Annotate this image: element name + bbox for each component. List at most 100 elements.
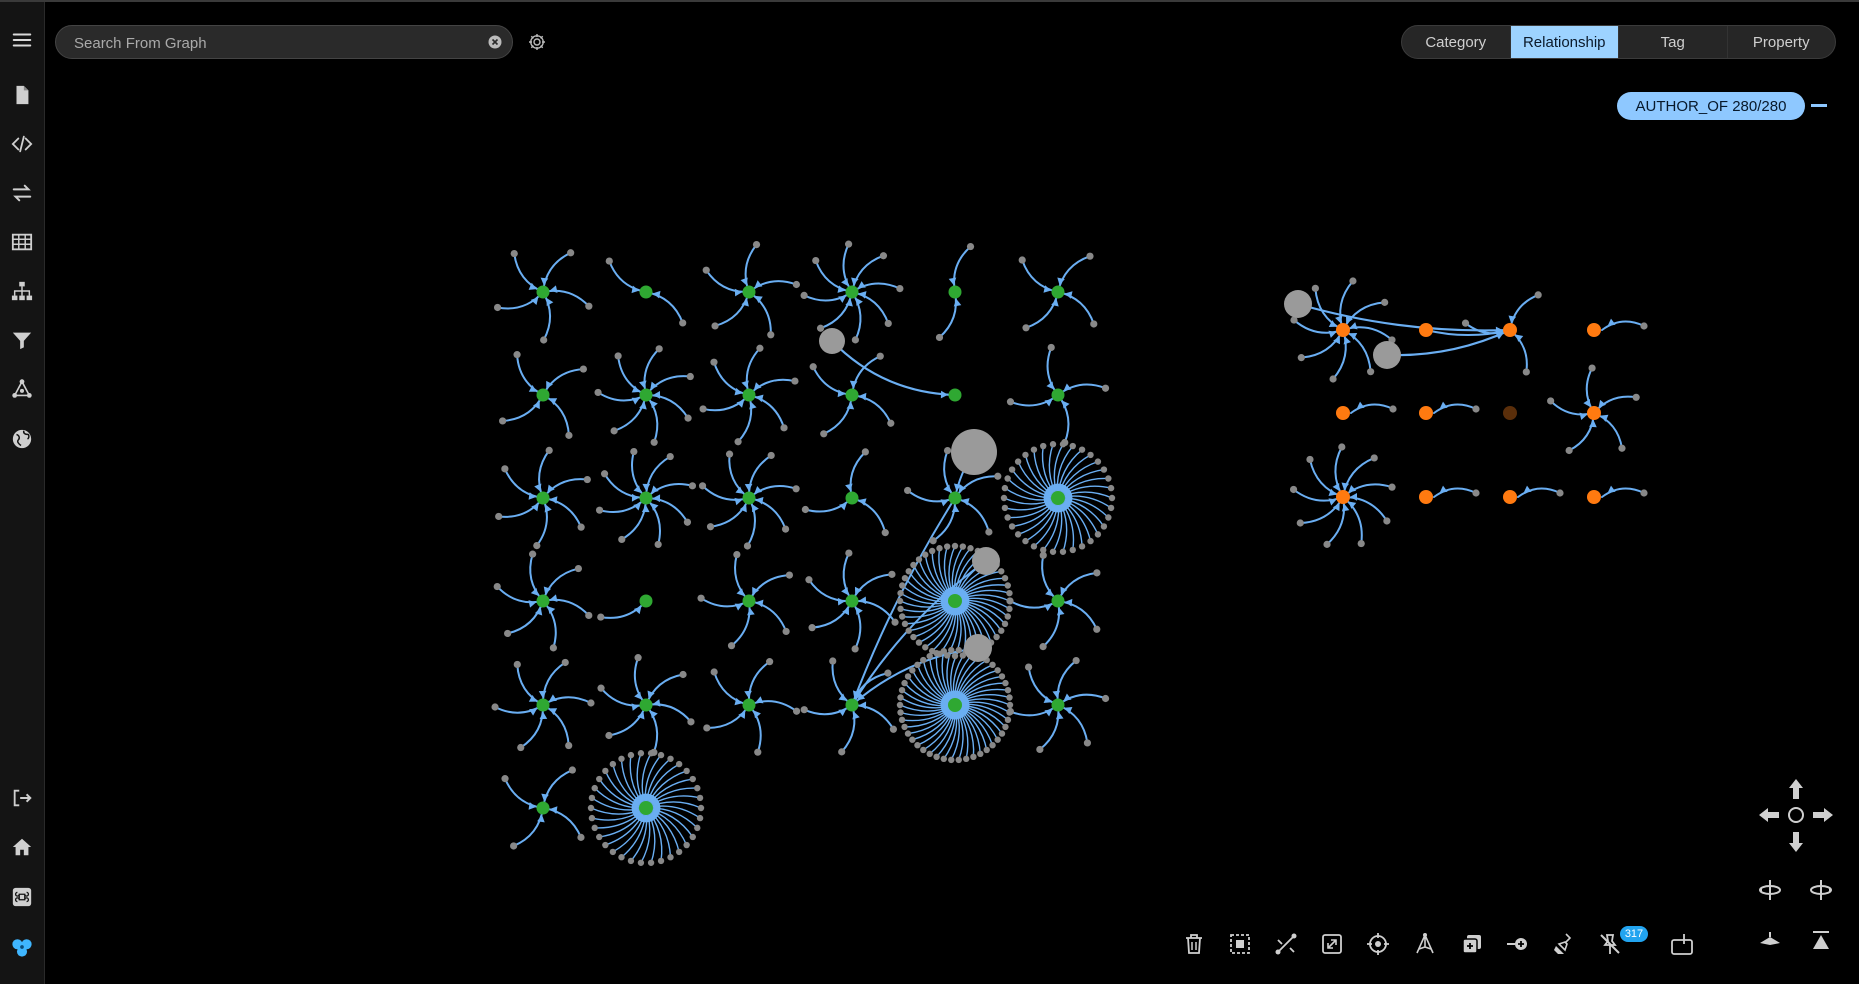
- leaf-node[interactable]: [1389, 405, 1397, 413]
- leaf-node[interactable]: [1006, 605, 1013, 613]
- nodes-app-icon[interactable]: [6, 931, 38, 963]
- leaf-node[interactable]: [1472, 405, 1480, 413]
- leaf-node[interactable]: [1039, 643, 1047, 651]
- leaf-node[interactable]: [596, 775, 603, 783]
- leaf-node[interactable]: [781, 525, 790, 533]
- hub-node[interactable]: [536, 491, 550, 505]
- leaf-node[interactable]: [1036, 745, 1044, 754]
- leaf-node[interactable]: [898, 686, 906, 694]
- leaf-node[interactable]: [596, 833, 603, 841]
- leaf-node[interactable]: [1632, 393, 1640, 401]
- leaf-node[interactable]: [577, 833, 585, 841]
- leaf-node[interactable]: [585, 611, 593, 620]
- leaf-node[interactable]: [933, 649, 940, 657]
- leaf-node[interactable]: [998, 627, 1005, 634]
- leaf-node[interactable]: [812, 256, 820, 265]
- hub-node[interactable]: [1051, 388, 1065, 402]
- rotate-left-icon[interactable]: [1757, 877, 1783, 903]
- hierarchy-icon[interactable]: [6, 275, 38, 307]
- leaf-node[interactable]: [495, 512, 503, 521]
- leaf-node[interactable]: [766, 658, 774, 666]
- hub-node[interactable]: [742, 388, 756, 402]
- leaf-node[interactable]: [610, 427, 618, 435]
- leaf-node[interactable]: [1323, 540, 1331, 548]
- leaf-node[interactable]: [501, 775, 509, 783]
- leaf-node[interactable]: [884, 669, 892, 677]
- leaf-node[interactable]: [800, 706, 808, 714]
- leaf-node[interactable]: [998, 568, 1005, 575]
- leaf-node[interactable]: [1004, 475, 1011, 482]
- leaf-node[interactable]: [985, 528, 993, 536]
- leaf-node[interactable]: [696, 794, 704, 802]
- leaf-node[interactable]: [725, 450, 734, 458]
- leaf-node[interactable]: [897, 694, 904, 701]
- leaf-node[interactable]: [845, 549, 853, 557]
- leaf-node[interactable]: [910, 561, 917, 569]
- graph-icon[interactable]: [6, 373, 38, 405]
- leaf-node[interactable]: [1002, 723, 1009, 731]
- leaf-node[interactable]: [977, 750, 984, 758]
- leaf-node[interactable]: [808, 624, 816, 632]
- leaf-node[interactable]: [929, 537, 937, 545]
- leaf-node[interactable]: [1087, 451, 1094, 459]
- leaf-node[interactable]: [647, 750, 655, 757]
- hub-node[interactable]: [639, 388, 653, 402]
- leaf-node[interactable]: [1101, 694, 1110, 703]
- leaf-node[interactable]: [1108, 494, 1116, 502]
- hub-node[interactable]: [1587, 406, 1601, 420]
- leaf-node[interactable]: [647, 859, 655, 866]
- hub-node[interactable]: [845, 285, 859, 299]
- leaf-node[interactable]: [1640, 322, 1648, 330]
- leaf-node[interactable]: [1306, 455, 1314, 464]
- leaf-node[interactable]: [940, 755, 948, 763]
- leaf-node[interactable]: [491, 703, 499, 711]
- leaf-node[interactable]: [989, 741, 996, 749]
- leaf-node[interactable]: [951, 652, 959, 660]
- leaf-node[interactable]: [926, 652, 933, 660]
- leaf-node[interactable]: [605, 731, 613, 740]
- leaf-node[interactable]: [574, 564, 582, 573]
- swap-icon[interactable]: [6, 177, 38, 209]
- leaf-node[interactable]: [1093, 569, 1101, 577]
- leaf-node[interactable]: [1461, 319, 1470, 327]
- leaf-node[interactable]: [1101, 384, 1110, 392]
- center-icon[interactable]: [1783, 802, 1809, 828]
- leaf-node[interactable]: [1001, 504, 1009, 512]
- leaf-node[interactable]: [881, 529, 889, 537]
- leaf-node[interactable]: [609, 760, 617, 768]
- leaf-node[interactable]: [955, 646, 962, 654]
- leaf-node[interactable]: [1618, 444, 1626, 452]
- leaf-node[interactable]: [998, 673, 1006, 680]
- leaf-node[interactable]: [510, 249, 518, 258]
- leaf-node[interactable]: [1069, 546, 1076, 554]
- leaf-node[interactable]: [600, 470, 609, 478]
- leaf-node[interactable]: [1338, 443, 1346, 451]
- leaf-node[interactable]: [905, 627, 912, 634]
- hub-node[interactable]: [948, 698, 962, 712]
- leaf-node[interactable]: [591, 824, 598, 832]
- table-icon[interactable]: [6, 226, 38, 258]
- hub-node[interactable]: [1336, 406, 1350, 420]
- leaf-node[interactable]: [1078, 543, 1086, 550]
- leaf-node[interactable]: [876, 352, 884, 360]
- leaf-node[interactable]: [602, 767, 609, 775]
- leaf-node[interactable]: [743, 542, 752, 550]
- hub-node[interactable]: [742, 285, 756, 299]
- leaf-node[interactable]: [1107, 484, 1115, 492]
- leaf-node[interactable]: [683, 518, 692, 526]
- hub-node[interactable]: [536, 801, 550, 815]
- leaf-node[interactable]: [851, 336, 859, 344]
- leaf-node[interactable]: [1083, 739, 1092, 747]
- leaf-node[interactable]: [993, 633, 1000, 641]
- leaf-node[interactable]: [1534, 291, 1542, 299]
- leaf-node[interactable]: [792, 485, 800, 493]
- leaf-node[interactable]: [637, 859, 645, 866]
- leaf-node[interactable]: [1087, 537, 1094, 545]
- leaf-node[interactable]: [1069, 442, 1076, 450]
- leaf-node[interactable]: [1107, 504, 1115, 512]
- leaf-node[interactable]: [533, 541, 541, 550]
- leaf-node[interactable]: [904, 486, 912, 495]
- leaf-node[interactable]: [493, 303, 502, 312]
- leaf-node[interactable]: [1004, 613, 1011, 620]
- leaf-node[interactable]: [650, 438, 658, 446]
